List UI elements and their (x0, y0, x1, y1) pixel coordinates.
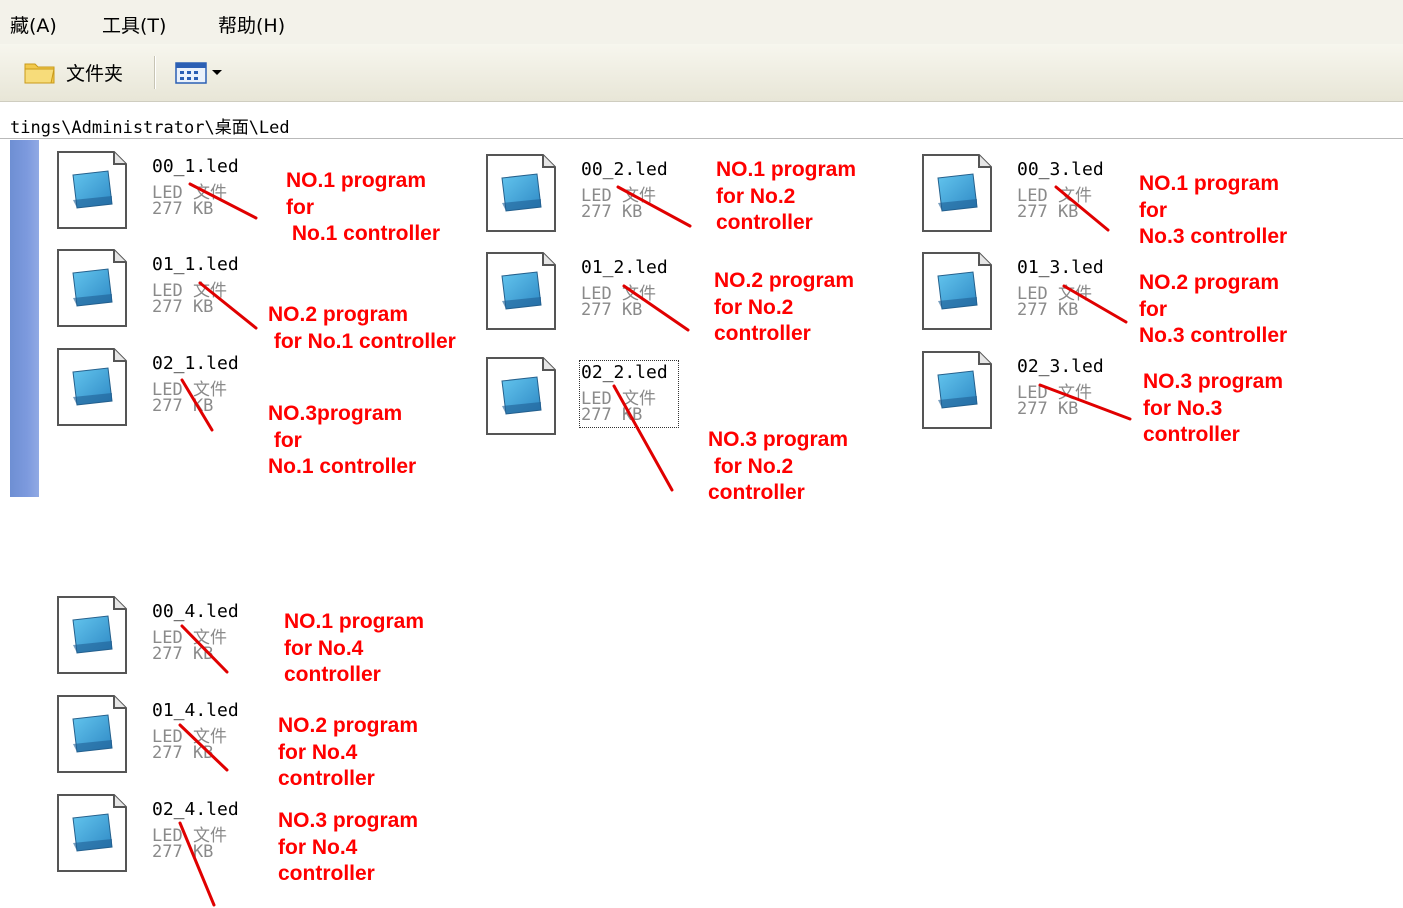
led-file-icon (486, 252, 556, 330)
annotation-note: NO.3program for No.1 controller (268, 402, 417, 478)
annotation-note: NO.1 program for No.3 controller (1139, 172, 1288, 248)
folders-label: 文件夹 (66, 62, 124, 85)
file-name: 00_3.led (1017, 159, 1104, 180)
file-item[interactable]: 02_1.led LED 文件 277 KB (56, 347, 296, 442)
file-size: 277 KB (152, 297, 214, 317)
file-item[interactable]: 02_3.led LED 文件 277 KB (921, 350, 1161, 445)
annotation-note: NO.1 program for No.1 controller (286, 169, 441, 245)
file-size: 277 KB (152, 743, 214, 763)
led-file-icon (57, 596, 127, 674)
file-name: 00_1.led (152, 156, 239, 177)
file-name: 02_4.led (152, 799, 239, 820)
file-name: 01_2.led (581, 257, 668, 278)
file-size: 277 KB (152, 842, 214, 862)
file-name: 00_2.led (581, 159, 668, 180)
toolbar: 文件夹 (0, 44, 1403, 102)
annotation-note: NO.2 program for No.3 controller (1139, 271, 1288, 347)
annotation-note: NO.2 program for No.1 controller (268, 303, 456, 353)
file-item[interactable]: 01_3.led LED 文件 277 KB (921, 251, 1161, 346)
menu-item-help[interactable]: 帮助(H) (218, 11, 285, 38)
file-size: 277 KB (1017, 399, 1079, 419)
led-file-icon (486, 357, 556, 435)
file-item[interactable]: 00_3.led LED 文件 277 KB (921, 153, 1161, 248)
annotation-note: NO.2 program for No.2 controller (714, 269, 855, 345)
toolbar-separator (154, 56, 156, 89)
file-item[interactable]: 00_4.led LED 文件 277 KB (56, 595, 296, 690)
file-size: 277 KB (152, 199, 214, 219)
annotation-note: NO.2 program for No.4 controller (278, 714, 419, 790)
file-item[interactable]: 00_2.led LED 文件 277 KB (485, 153, 725, 248)
menu-bar: 藏(A) 工具(T) 帮助(H) (0, 0, 1403, 45)
file-size: 277 KB (581, 300, 643, 320)
annotation-note: NO.1 program for No.2 controller (716, 158, 857, 234)
file-size: 277 KB (1017, 202, 1079, 222)
folders-button[interactable]: 文件夹 (22, 54, 123, 90)
file-item[interactable]: 01_2.led LED 文件 277 KB (485, 251, 725, 346)
annotation-note: NO.3 program for No.3 controller (1143, 370, 1284, 446)
file-size: 277 KB (581, 405, 643, 425)
folder-icon (24, 63, 55, 84)
annotation-note: NO.3 program for No.4 controller (278, 809, 419, 885)
file-size: 277 KB (152, 396, 214, 416)
file-item[interactable]: 02_4.led LED 文件 277 KB (56, 793, 296, 888)
annotation-note: NO.3 program for No.2 controller (708, 428, 849, 504)
menu-item-favorites[interactable]: 藏(A) (10, 11, 57, 38)
led-file-icon (57, 249, 127, 327)
annotation-note: NO.1 program for No.4 controller (284, 610, 425, 686)
led-file-icon (57, 151, 127, 229)
task-pane (10, 140, 39, 497)
led-file-icon (57, 348, 127, 426)
address-bar[interactable]: tings\Administrator\桌面\Led (0, 108, 1403, 139)
led-file-icon (57, 794, 127, 872)
file-name: 00_4.led (152, 601, 239, 622)
file-item[interactable]: 00_1.led LED 文件 277 KB (56, 150, 296, 245)
led-file-icon (922, 154, 992, 232)
file-size: 277 KB (1017, 300, 1079, 320)
led-file-icon (922, 252, 992, 330)
file-name: 01_1.led (152, 254, 239, 275)
led-file-icon (57, 695, 127, 773)
file-name: 02_2.led (581, 362, 668, 383)
views-button[interactable] (174, 54, 226, 90)
file-item[interactable]: 01_4.led LED 文件 277 KB (56, 694, 296, 789)
file-size: 277 KB (152, 644, 214, 664)
file-item[interactable]: 01_1.led LED 文件 277 KB (56, 248, 296, 343)
views-icon (175, 62, 222, 84)
file-item-selected[interactable]: 02_2.led LED 文件 277 KB (485, 356, 725, 451)
file-name: 02_3.led (1017, 356, 1104, 377)
address-path: tings\Administrator\桌面\Led (10, 118, 290, 138)
file-name: 01_3.led (1017, 257, 1104, 278)
led-file-icon (922, 351, 992, 429)
file-name: 02_1.led (152, 353, 239, 374)
menu-item-tools[interactable]: 工具(T) (102, 11, 166, 38)
file-name: 01_4.led (152, 700, 239, 721)
file-size: 277 KB (581, 202, 643, 222)
led-file-icon (486, 154, 556, 232)
